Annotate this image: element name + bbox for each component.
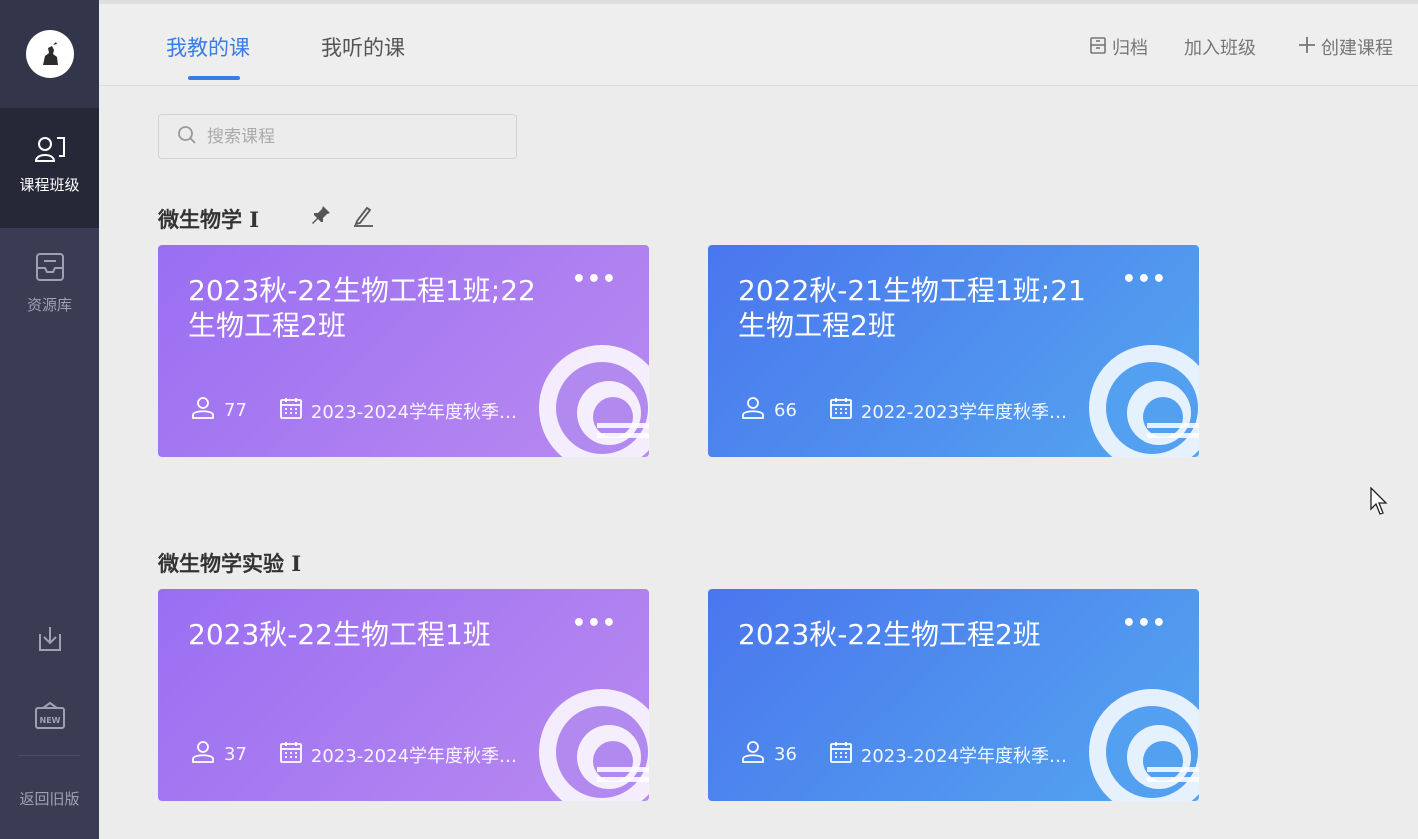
edit-icon bbox=[351, 206, 375, 232]
archive-label: 归档 bbox=[1112, 38, 1148, 59]
school-emblem-icon bbox=[537, 687, 649, 801]
student-icon bbox=[190, 739, 216, 770]
tab-attending[interactable]: 我听的课 bbox=[321, 32, 405, 62]
resource-icon bbox=[33, 250, 67, 288]
sidebar-item-label: 资源库 bbox=[26, 296, 72, 314]
term-label: 2023-2024学年度秋季学期 bbox=[310, 745, 521, 767]
school-emblem-icon bbox=[1087, 687, 1199, 801]
join-class-label: 加入班级 bbox=[1184, 38, 1256, 59]
school-logo[interactable] bbox=[25, 30, 74, 78]
course-card[interactable]: 2022秋-21生物工程1班;21生物工程2班 ••• 66 2022-2023… bbox=[708, 245, 1199, 457]
top-bar: 我教的课 我听的课 归档 加入班级 创建课程 bbox=[99, 0, 1418, 86]
sidebar-divider bbox=[18, 755, 80, 756]
card-title: 2022秋-21生物工程1班;21生物工程2班 bbox=[738, 274, 1086, 342]
download-button[interactable] bbox=[0, 622, 99, 658]
sidebar-item-resources[interactable]: 资源库 bbox=[0, 250, 99, 330]
sidebar-item-label: 课程班级 bbox=[19, 176, 80, 194]
sidebar-item-classes[interactable]: 课程班级 bbox=[0, 108, 99, 228]
student-count: 77 bbox=[224, 400, 247, 421]
course-group-title: 微生物学 I bbox=[158, 207, 260, 232]
student-icon bbox=[740, 395, 766, 426]
term-label: 2022-2023学年度秋季学期 bbox=[860, 401, 1071, 423]
course-card[interactable]: 2023秋-22生物工程1班 ••• 37 2023-2024学年度秋季学期 bbox=[158, 589, 649, 801]
mouse-cursor-icon bbox=[1370, 486, 1390, 521]
more-options-icon[interactable]: ••• bbox=[572, 611, 617, 636]
card-meta: 66 2022-2023学年度秋季学期 bbox=[740, 395, 1071, 426]
more-options-icon[interactable]: ••• bbox=[572, 267, 617, 292]
create-course-label: 创建课程 bbox=[1321, 38, 1393, 59]
sidebar: 课程班级 资源库 NEW 返回旧版 bbox=[0, 0, 99, 839]
card-title: 2023秋-22生物工程2班 bbox=[738, 618, 1041, 651]
calendar-icon bbox=[279, 740, 303, 769]
active-tab-indicator bbox=[188, 76, 240, 80]
back-to-old-version-link[interactable]: 返回旧版 bbox=[0, 788, 99, 809]
student-icon bbox=[190, 395, 216, 426]
calendar-icon bbox=[279, 396, 303, 425]
plus-icon bbox=[1297, 35, 1317, 60]
join-class-button[interactable]: 加入班级 bbox=[1184, 34, 1256, 60]
student-count: 66 bbox=[774, 400, 797, 421]
more-options-icon[interactable]: ••• bbox=[1122, 611, 1167, 636]
term-label: 2023-2024学年度秋季学期 bbox=[860, 745, 1071, 767]
student-count: 37 bbox=[224, 744, 247, 765]
download-icon bbox=[34, 622, 66, 658]
card-title: 2023秋-22生物工程1班 bbox=[188, 618, 491, 651]
archive-button[interactable]: 归档 bbox=[1088, 34, 1148, 60]
edit-group-button[interactable] bbox=[351, 204, 375, 232]
school-emblem-icon bbox=[537, 343, 649, 457]
calendar-icon bbox=[829, 740, 853, 769]
student-count: 36 bbox=[774, 744, 797, 765]
svg-text:NEW: NEW bbox=[39, 716, 60, 725]
course-group-title: 微生物学实验 I bbox=[158, 551, 302, 576]
class-icon bbox=[33, 134, 67, 168]
card-meta: 37 2023-2024学年度秋季学期 bbox=[190, 739, 521, 770]
search-input[interactable] bbox=[207, 126, 507, 147]
tab-teaching[interactable]: 我教的课 bbox=[166, 32, 250, 62]
search-icon bbox=[177, 125, 197, 149]
card-meta: 36 2023-2024学年度秋季学期 bbox=[740, 739, 1071, 770]
card-title: 2023秋-22生物工程1班;22生物工程2班 bbox=[188, 274, 536, 342]
whats-new-button[interactable]: NEW bbox=[0, 700, 99, 736]
pin-icon bbox=[310, 206, 332, 230]
calendar-icon bbox=[829, 396, 853, 425]
pin-button[interactable] bbox=[310, 204, 332, 230]
student-icon bbox=[740, 739, 766, 770]
archive-icon bbox=[1088, 35, 1108, 60]
term-label: 2023-2024学年度秋季学期 bbox=[310, 401, 521, 423]
search-box bbox=[158, 114, 517, 159]
card-meta: 77 2023-2024学年度秋季学期 bbox=[190, 395, 521, 426]
sidebar-header bbox=[0, 0, 99, 108]
school-emblem-icon bbox=[1087, 343, 1199, 457]
more-options-icon[interactable]: ••• bbox=[1122, 267, 1167, 292]
course-card[interactable]: 2023秋-22生物工程2班 ••• 36 2023-2024学年度秋季学期 bbox=[708, 589, 1199, 801]
new-icon: NEW bbox=[33, 700, 67, 736]
create-course-button[interactable]: 创建课程 bbox=[1297, 34, 1393, 60]
course-card[interactable]: 2023秋-22生物工程1班;22生物工程2班 ••• 77 2023-2024… bbox=[158, 245, 649, 457]
